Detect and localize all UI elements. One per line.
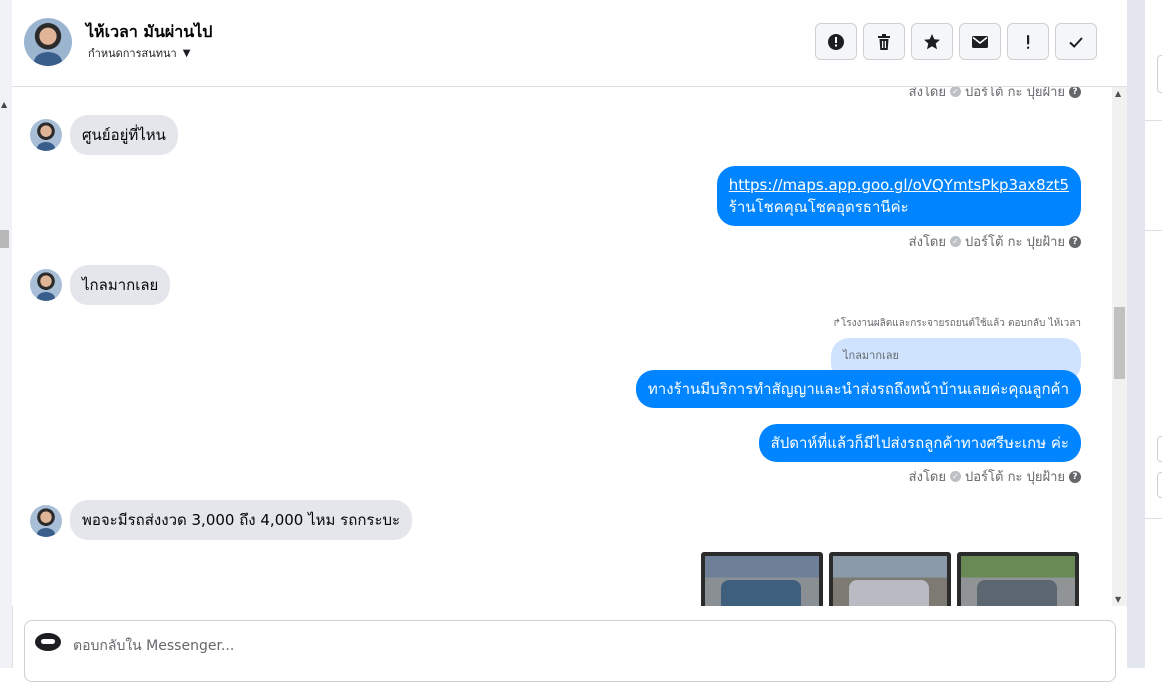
right-details-panel bbox=[1145, 0, 1162, 668]
thread-scrollbar[interactable]: ▲ ▼ bbox=[1112, 87, 1127, 606]
scroll-up-icon[interactable]: ▲ bbox=[1115, 89, 1121, 98]
help-icon[interactable]: ? bbox=[1069, 87, 1081, 98]
assign-conversation-dropdown[interactable]: กำหนดการสนทนา ▼ bbox=[88, 44, 190, 62]
photo-thumbnail[interactable] bbox=[957, 552, 1079, 606]
divider bbox=[1145, 518, 1162, 519]
divider bbox=[1145, 120, 1162, 121]
sent-by-meta: ส่งโดย ✓ ปอร์โต้ กะ ปุยฝ้าย ? bbox=[909, 231, 1081, 252]
sent-by-agent: ปอร์โต้ กะ ปุยฝ้าย bbox=[965, 87, 1065, 100]
sent-by-agent: ปอร์โต้ กะ ปุยฝ้าย bbox=[965, 235, 1065, 250]
page-logo-icon bbox=[35, 633, 61, 651]
help-icon[interactable]: ? bbox=[1069, 235, 1081, 248]
pickup-truck-image bbox=[849, 580, 929, 606]
sent-by-prefix: ส่งโดย bbox=[908, 470, 946, 485]
caret-down-icon: ▼ bbox=[182, 47, 191, 59]
sent-by-agent: ปอร์โต้ กะ ปุยฝ้าย bbox=[965, 470, 1065, 485]
details-input[interactable] bbox=[1157, 436, 1162, 462]
check-icon bbox=[1069, 36, 1083, 48]
seen-check-icon: ✓ bbox=[950, 471, 961, 482]
photo-thumbnail[interactable] bbox=[829, 552, 951, 606]
sender-avatar[interactable] bbox=[30, 269, 62, 301]
seen-check-icon: ✓ bbox=[950, 236, 961, 247]
pickup-truck-image bbox=[977, 580, 1057, 606]
sender-avatar[interactable] bbox=[30, 505, 62, 537]
mark-unread-button[interactable] bbox=[959, 23, 1001, 60]
outgoing-message[interactable]: https://maps.app.goo.gl/oVQYmtsPkp3ax8zt… bbox=[716, 166, 1081, 226]
panel-divider bbox=[1127, 0, 1145, 668]
outgoing-message[interactable]: ทางร้านมีบริการทำสัญญาและนำส่งรถถึงหน้าบ… bbox=[635, 370, 1081, 408]
exclamation-icon bbox=[1027, 34, 1030, 49]
envelope-icon bbox=[972, 35, 988, 48]
sent-by-prefix: ส่งโดย bbox=[908, 235, 946, 250]
details-input[interactable] bbox=[1157, 472, 1162, 498]
sent-by-meta: ส่งโดย ✓ ปอร์โต้ กะ ปุยฝ้าย ? bbox=[909, 466, 1081, 487]
help-icon[interactable]: ? bbox=[1069, 470, 1081, 483]
photo-attachments bbox=[701, 552, 1079, 606]
sent-by-meta: ส่งโดย ✓ ปอร์โต้ กะ ปุยฝ้าย ? bbox=[909, 87, 1081, 102]
mark-spam-button[interactable] bbox=[815, 23, 857, 60]
details-input[interactable] bbox=[1157, 55, 1162, 93]
conversation-header: ไห้เวลา มันผ่านไป กำหนดการสนทนา ▼ bbox=[12, 0, 1127, 87]
assign-conversation-label: กำหนดการสนทนา bbox=[88, 47, 177, 60]
reply-composer[interactable]: ตอบกลับใน Messenger... bbox=[24, 620, 1116, 682]
sender-avatar[interactable] bbox=[30, 119, 62, 151]
pickup-truck-image bbox=[721, 580, 801, 606]
conversation-toolbar bbox=[815, 23, 1097, 60]
mark-done-button[interactable] bbox=[1055, 23, 1097, 60]
divider bbox=[1145, 230, 1162, 231]
scroll-down-icon[interactable]: ▼ bbox=[1115, 595, 1121, 604]
thread-scrollbar-thumb[interactable] bbox=[1114, 307, 1125, 379]
follow-up-button[interactable] bbox=[1007, 23, 1049, 60]
incoming-message[interactable]: ศูนย์อยู่ที่ไหน bbox=[70, 115, 178, 155]
reply-input-placeholder[interactable]: ตอบกลับใน Messenger... bbox=[73, 635, 234, 657]
incoming-message[interactable]: ไกลมากเลย bbox=[70, 265, 171, 305]
contact-avatar[interactable] bbox=[24, 18, 72, 66]
left-scrollbar-thumb[interactable] bbox=[0, 230, 9, 248]
incoming-message[interactable]: พอจะมีรถส่งงวด 3,000 ถึง 4,000 ไหม รถกระ… bbox=[70, 500, 413, 540]
outgoing-message-text: ร้านโชคคุณโชคอุดรธานีค่ะ bbox=[728, 198, 909, 216]
star-button[interactable] bbox=[911, 23, 953, 60]
sent-by-prefix: ส่งโดย bbox=[908, 87, 946, 100]
photo-thumbnail[interactable] bbox=[701, 552, 823, 606]
star-icon bbox=[924, 33, 940, 49]
delete-button[interactable] bbox=[863, 23, 905, 60]
seen-check-icon: ✓ bbox=[950, 87, 961, 97]
trash-icon bbox=[878, 33, 890, 50]
map-link[interactable]: https://maps.app.goo.gl/oVQYmtsPkp3ax8zt… bbox=[729, 176, 1069, 194]
left-scroll-up-icon[interactable]: ▲ bbox=[1, 100, 7, 109]
alert-circle-icon bbox=[828, 33, 844, 50]
message-thread: ส่งโดย ✓ ปอร์โต้ กะ ปุยฝ้าย ? ศูนย์อยู่ท… bbox=[12, 87, 1112, 606]
contact-name[interactable]: ไห้เวลา มันผ่านไป bbox=[86, 20, 212, 45]
reply-context-note: ↱โรงงานผลิตและกระจายรถยนต์ใช้แล้ว ตอบกลั… bbox=[832, 318, 1081, 329]
outgoing-message[interactable]: สัปดาห์ที่แล้วก็มีไปส่งรถลูกค้าทางศรีษะเ… bbox=[758, 424, 1081, 462]
